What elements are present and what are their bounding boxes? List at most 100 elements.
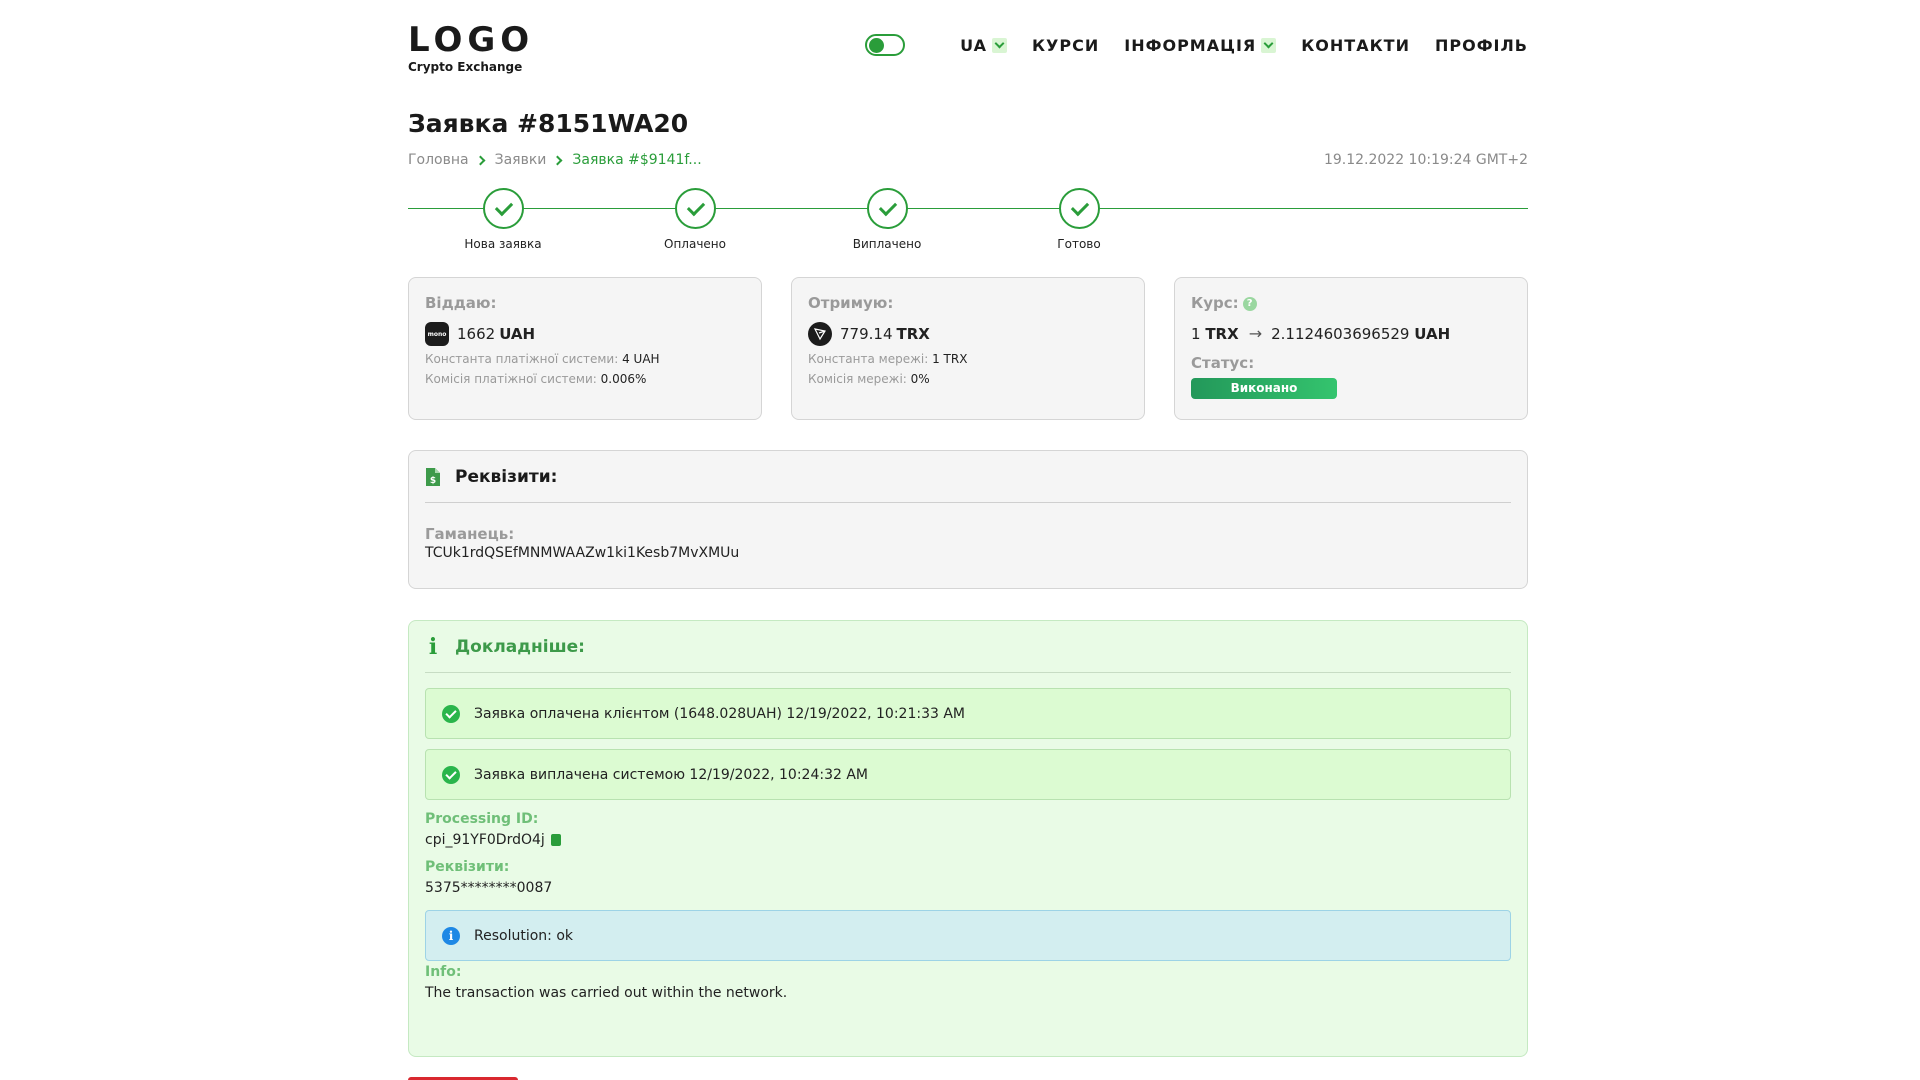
paid-alert: Заявка оплачена клієнтом (1648.028UAH) 1… [425, 688, 1511, 739]
rate-to-amount: 2.1124603696529 [1271, 324, 1410, 343]
details-title: Докладніше: [455, 636, 585, 657]
breadcrumb-home[interactable]: Головна [408, 152, 469, 168]
logo[interactable]: LOGO Crypto Exchange [408, 22, 534, 74]
chevron-down-icon [991, 37, 1007, 53]
step-done: Готово [1019, 188, 1139, 251]
give-constant-label: Константа платіжної системи: [425, 352, 619, 366]
receive-constant-label: Константа мережі: [808, 352, 929, 366]
copy-icon[interactable] [550, 834, 561, 846]
receive-amount-value: 779.14 [840, 325, 893, 343]
language-label: UA [960, 35, 987, 55]
info-label: Info: [425, 964, 462, 980]
status-badge: Виконано [1191, 378, 1337, 399]
requisites-title: Реквізити: [455, 466, 558, 487]
progress-steps: Нова заявка Оплачено Виплачено Готово [408, 188, 1528, 258]
check-icon [482, 188, 524, 229]
details-requisites-label: Реквізити: [425, 859, 510, 875]
receive-card: Отримую: 779.14 TRX Константа мережі: 1 … [791, 277, 1145, 420]
give-constant: Константа платіжної системи: 4 UAH [425, 352, 745, 366]
requisites-panel: $ Реквізити: Гаманець: TCUk1rdQSEfMNMWAA… [408, 450, 1528, 589]
nav-info-dropdown[interactable]: ІНФОРМАЦІЯ [1124, 36, 1277, 55]
status-label: Статус: [1191, 354, 1255, 372]
receive-constant-value: 1 TRX [932, 352, 968, 366]
chevron-down-icon [1261, 37, 1277, 53]
processing-id-label: Processing ID: [425, 811, 539, 827]
step-label: Готово [1057, 237, 1101, 251]
svg-text:$: $ [430, 476, 436, 486]
processing-id-value: cpi_91YF0DrdO4j [425, 832, 545, 848]
breadcrumb-orders[interactable]: Заявки [495, 152, 547, 168]
details-requisites-value: 5375********0087 [425, 880, 553, 896]
resolution-alert: i Resolution: ok [425, 910, 1511, 961]
header: LOGO Crypto Exchange UA КУРСИ ІНФОРМАЦІЯ… [408, 0, 1528, 92]
page-title: Заявка #8151WA20 [408, 109, 689, 138]
rate-value: 1 TRX → 2.1124603696529 UAH [1191, 324, 1511, 343]
details-header: i Докладніше: [425, 621, 1511, 673]
check-icon [1058, 188, 1100, 229]
help-icon[interactable]: ? [1242, 296, 1257, 311]
wallet-label: Гаманець: [425, 525, 515, 543]
chevron-right-icon [475, 155, 486, 165]
give-fee-value: 0.006% [600, 372, 647, 386]
logo-text: LOGO [408, 20, 535, 60]
breadcrumb: Головна Заявки Заявка #$9141f... [408, 152, 702, 168]
receive-label: Отримую: [808, 294, 894, 312]
receive-fee-value: 0% [910, 372, 930, 386]
tron-icon [808, 322, 832, 346]
top-nav: UA КУРСИ ІНФОРМАЦІЯ КОНТАКТИ ПРОФІЛЬ [865, 34, 1528, 56]
payout-alert-text: Заявка виплачена системою 12/19/2022, 10… [474, 766, 869, 783]
toggle-knob [869, 38, 885, 53]
check-icon [674, 188, 716, 229]
rate-from-amount: 1 [1191, 324, 1201, 343]
arrow-right-icon: → [1248, 324, 1263, 343]
wallet-address[interactable]: TCUk1rdQSEfMNMWAAZw1ki1Kesb7MvXMUu [425, 545, 1511, 561]
step-label: Оплачено [664, 237, 726, 251]
give-label: Віддаю: [425, 294, 497, 312]
rate-to-currency: UAH [1414, 324, 1451, 343]
receive-currency: TRX [896, 325, 930, 343]
step-new: Нова заявка [443, 188, 563, 251]
invoice-icon: $ [425, 467, 441, 487]
nav-profile[interactable]: ПРОФІЛЬ [1435, 36, 1528, 55]
page: LOGO Crypto Exchange UA КУРСИ ІНФОРМАЦІЯ… [0, 0, 1920, 1080]
rate-label: Курс: [1191, 294, 1239, 312]
check-circle-icon [442, 765, 460, 784]
order-timestamp: 19.12.2022 10:19:24 GMT+2 [1323, 152, 1528, 168]
summary-cards: Віддаю: mono 1662 UAH Константа платіжно… [408, 277, 1528, 420]
receive-constant: Константа мережі: 1 TRX [808, 352, 1128, 366]
paid-alert-text: Заявка оплачена клієнтом (1648.028UAH) 1… [474, 705, 965, 722]
info-icon: i [428, 633, 438, 660]
check-icon [866, 188, 908, 229]
step-label: Нова заявка [464, 237, 542, 251]
nav-rates[interactable]: КУРСИ [1032, 36, 1099, 55]
step-paid: Оплачено [635, 188, 755, 251]
give-fee-label: Комісія платіжної системи: [425, 372, 597, 386]
chevron-right-icon [552, 155, 563, 165]
receive-fee: Комісія мережі: 0% [808, 372, 1128, 386]
language-dropdown[interactable]: UA [960, 36, 1007, 55]
processing-id: cpi_91YF0DrdO4j [425, 832, 1511, 848]
theme-toggle[interactable] [865, 34, 906, 56]
rate-label-row: Курс:? [1191, 294, 1511, 312]
give-card: Віддаю: mono 1662 UAH Константа платіжно… [408, 277, 762, 420]
rate-from-currency: TRX [1205, 324, 1239, 343]
resolution-text: Resolution: ok [474, 927, 573, 944]
main-container: LOGO Crypto Exchange UA КУРСИ ІНФОРМАЦІЯ… [408, 0, 1528, 1080]
give-amount: mono 1662 UAH [425, 322, 745, 346]
breadcrumb-current: Заявка #$9141f... [572, 152, 702, 168]
step-paid-out: Виплачено [827, 188, 947, 251]
details-panel: i Докладніше: Заявка оплачена клієнтом (… [408, 620, 1528, 1057]
logo-subtitle: Crypto Exchange [408, 60, 523, 74]
give-fee: Комісія платіжної системи: 0.006% [425, 372, 745, 386]
info-circle-icon: i [442, 926, 460, 945]
mono-bank-icon: mono [425, 322, 449, 346]
give-amount-value: 1662 [457, 325, 496, 343]
give-currency: UAH [499, 325, 536, 343]
payout-alert: Заявка виплачена системою 12/19/2022, 10… [425, 749, 1511, 800]
give-constant-value: 4 UAH [622, 352, 660, 366]
requisites-header: $ Реквізити: [425, 451, 1511, 503]
info-value: The transaction was carried out within t… [425, 985, 788, 1001]
step-label: Виплачено [852, 237, 922, 251]
receive-fee-label: Комісія мережі: [808, 372, 907, 386]
nav-contacts[interactable]: КОНТАКТИ [1301, 36, 1410, 55]
